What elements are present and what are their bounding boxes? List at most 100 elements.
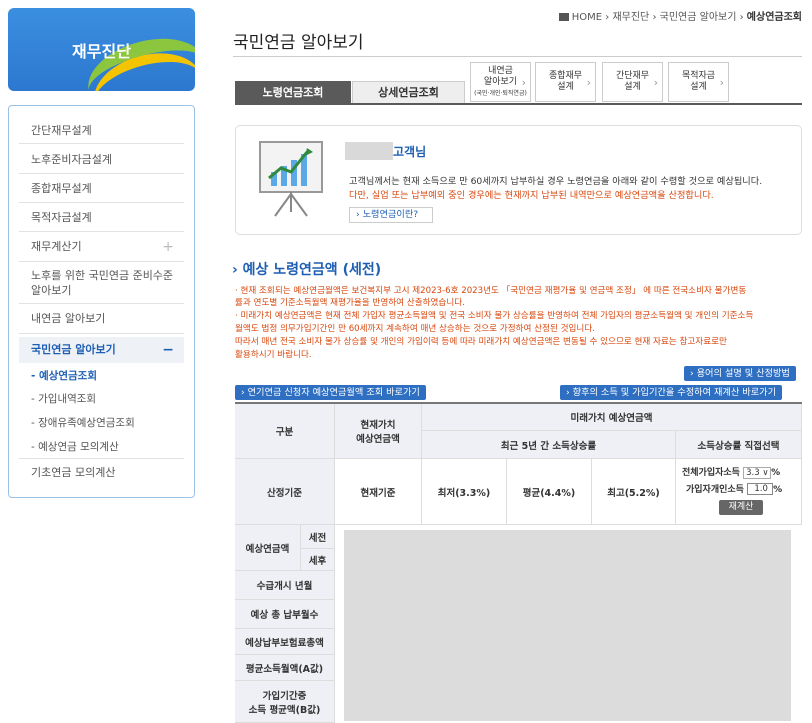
customer-name-redacted [345, 142, 393, 160]
page-title: 국민연금 알아보기 [233, 33, 364, 53]
title-divider [233, 56, 802, 57]
note-line: · 현재 조회되는 예상연금월액은 보건복지부 고시 제2023-6호 2023… [235, 286, 747, 296]
subtab-purpose-fund[interactable]: 목적자금 설계 [668, 62, 729, 102]
th-future: 미래가치 예상연금액 [422, 404, 802, 431]
sidebar-item-purpose-fund[interactable]: 목적자금설계 [19, 203, 184, 232]
terms-button[interactable]: › 용어의 설명 및 산정방법 [684, 366, 796, 381]
row-start-month: 수급개시 년월 [235, 571, 335, 600]
breadcrumb-sep: › [652, 12, 657, 23]
th-present: 현재가치 예상연금액 [335, 404, 422, 459]
sidebar-header: 재무진단 [8, 8, 195, 91]
breadcrumb-home[interactable]: HOME [572, 12, 602, 23]
th-recent: 최근 5년 간 소득상승률 [422, 431, 676, 459]
all-avg-label: 전체가입자소득 [682, 468, 740, 478]
sidebar-item-total-plan[interactable]: 종합재무설계 [19, 174, 184, 203]
what-is-pension-button[interactable]: › 노령연금이란? [349, 207, 433, 223]
sidebar-item-label: 재무계산기 [31, 240, 82, 253]
row-expected: 예상연금액 [235, 525, 301, 571]
collapse-minus-icon[interactable]: − [162, 337, 174, 363]
tab-detail-pension[interactable]: 상세연금조회 [352, 81, 465, 104]
sidebar-sub-expected-pension[interactable]: - 예상연금조회 [31, 368, 97, 383]
breadcrumb-finance[interactable]: 재무진단 [612, 12, 649, 23]
recalc-button[interactable]: 재계산 [719, 500, 763, 515]
breadcrumb-pension[interactable]: 국민연금 알아보기 [660, 12, 737, 23]
section-title: › 예상 노령연금액 (세전) [232, 259, 381, 279]
subtab-label: 알아보기 [483, 76, 518, 87]
section-title-text: 예상 노령연금액 (세전) [242, 262, 382, 278]
card-warning: 다만, 실업 또는 납부예외 중인 경우에는 현재까지 납부된 내역만으로 예상… [349, 190, 714, 201]
sidebar-item-label: 간단재무설계 [31, 124, 92, 137]
basis-avg: 평균(4.4%) [507, 459, 592, 525]
sidebar-item-label: 노후준비자금설계 [31, 153, 112, 166]
subtab-label: 종합재무 [548, 71, 583, 81]
row-total-premium: 예상납부보험료총액 [235, 629, 335, 655]
sidebar-menu: 간단재무설계 노후준비자금설계 종합재무설계 목적자금설계 재무계산기 + 노후를… [8, 105, 195, 498]
direct-select-cell: 전체가입자소득 3.3 ∨% 가입자개인소득 1.0% [676, 459, 802, 525]
note-line: · 미래가치 예상연금액은 현재 전체 가입자 평균소득월액 및 전국 소비자 … [235, 311, 754, 321]
sidebar-item-label: 노후를 위한 국민연금 준비수준 알아보기 [31, 269, 174, 297]
sidebar-item-simple-plan[interactable]: 간단재무설계 [19, 118, 184, 144]
sidebar-sub-join-history[interactable]: - 가입내역조회 [31, 391, 96, 406]
subtab-label: 목적자금 [681, 71, 716, 81]
sidebar-item-basic-pension[interactable]: 기초연금 모의계산 [19, 458, 184, 486]
sidebar-item-my-pension[interactable]: 내연금 알아보기 [19, 304, 184, 334]
sidebar-sub-simulation[interactable]: - 예상연금 모의계산 [31, 439, 119, 454]
th-gubun: 구분 [235, 404, 335, 459]
row-post-tax: 세후 [301, 549, 335, 571]
row-a-value: 평균소득월액(A값) [235, 655, 335, 681]
breadcrumb-current: 예상연금조회 [746, 12, 802, 23]
sidebar-item-label: 내연금 알아보기 [31, 312, 106, 325]
home-icon[interactable] [558, 13, 569, 21]
note-line: 률과 연도별 기준소득월액 재평가율을 반영하여 산출하였습니다. [235, 298, 465, 308]
sidebar-item-calculator[interactable]: 재무계산기 + [19, 232, 184, 262]
sidebar-item-retire-fund[interactable]: 노후준비자금설계 [19, 146, 184, 174]
basis-present: 현재기준 [335, 459, 422, 525]
row-basis-label: 산정기준 [235, 459, 335, 525]
sidebar-item-national-pension[interactable]: 국민연금 알아보기 − [19, 337, 184, 363]
basis-high: 최고(5.2%) [592, 459, 676, 525]
sidebar-sub-disability[interactable]: - 장애유족예상연금조회 [31, 415, 135, 430]
breadcrumb-sep: › [739, 12, 744, 23]
expand-plus-icon[interactable]: + [162, 232, 174, 262]
subtab-total-plan[interactable]: 종합재무 설계 [535, 62, 596, 102]
row-total-months: 예상 총 납부월수 [235, 600, 335, 629]
row-b-value: 가입기간중 소득 평균액(B값) [235, 681, 335, 723]
basis-low: 최저(3.3%) [422, 459, 507, 525]
redacted-results [344, 530, 791, 721]
sidebar-title: 재무진단 [72, 42, 131, 61]
chart-board-icon [259, 141, 323, 217]
indiv-label: 가입자개인소득 [686, 484, 744, 495]
indiv-input[interactable]: 1.0 [747, 483, 774, 495]
breadcrumb-sep: › [605, 12, 610, 23]
chevron-right-icon: › [232, 262, 243, 278]
deferred-pension-link[interactable]: › 연기연금 신청자 예상연금월액 조회 바로가기 [235, 385, 426, 400]
tab-old-age-pension[interactable]: 노령연금조회 [235, 81, 351, 104]
pct-sign: % [773, 484, 783, 495]
note-line: 따라서 매년 전국 소비자 물가 상승률 및 개인의 가입이력 등에 따라 미래… [235, 337, 727, 347]
customer-label: 고객님 [393, 145, 427, 159]
sidebar-item-pension-readiness[interactable]: 노후를 위한 국민연금 준비수준 알아보기 [19, 262, 184, 304]
subtab-simple-plan[interactable]: 간단재무 설계 [602, 62, 663, 102]
recalc-link[interactable]: › 향후의 소득 및 가입기간을 수정하여 재계산 바로가기 [560, 385, 783, 400]
pct-sign: % [771, 468, 781, 478]
sidebar-item-label: 기초연금 모의계산 [31, 466, 116, 479]
subtab-my-pension[interactable]: 내연금 알아보기 (국민·개인·퇴직연금) [470, 62, 531, 102]
note-line: 월액도 법정 의무가입기간인 만 60세까지 계속하여 매년 상승하는 것으로 … [235, 324, 595, 334]
tab-underline [235, 103, 802, 105]
card-message: 고객님께서는 현재 소득으로 만 60세까지 납부하실 경우 노령연금을 아래와… [349, 176, 763, 187]
th-direct: 소득상승률 직접선택 [676, 431, 802, 459]
subtab-label: 설계 [690, 82, 707, 92]
subtab-label: 설계 [624, 82, 641, 92]
all-avg-value: 3.3 [746, 467, 760, 478]
subtab-label: 내연금 [488, 65, 513, 76]
breadcrumb: HOME › 재무진단 › 국민연금 알아보기 › 예상연금조회 [558, 8, 802, 23]
note-line: 활용하시기 바랍니다. [235, 350, 312, 360]
subtab-label: 간단재무 [615, 71, 650, 81]
row-pre-tax: 세전 [301, 525, 335, 549]
sidebar-item-label: 종합재무설계 [31, 182, 92, 195]
sidebar-item-label: 목적자금설계 [31, 211, 92, 224]
sidebar-item-label: 국민연금 알아보기 [31, 343, 116, 356]
chevron-down-icon: ∨ [762, 467, 769, 478]
subtab-label: (국민·개인·퇴직연금) [474, 89, 527, 97]
all-avg-select[interactable]: 3.3 ∨ [743, 466, 772, 479]
